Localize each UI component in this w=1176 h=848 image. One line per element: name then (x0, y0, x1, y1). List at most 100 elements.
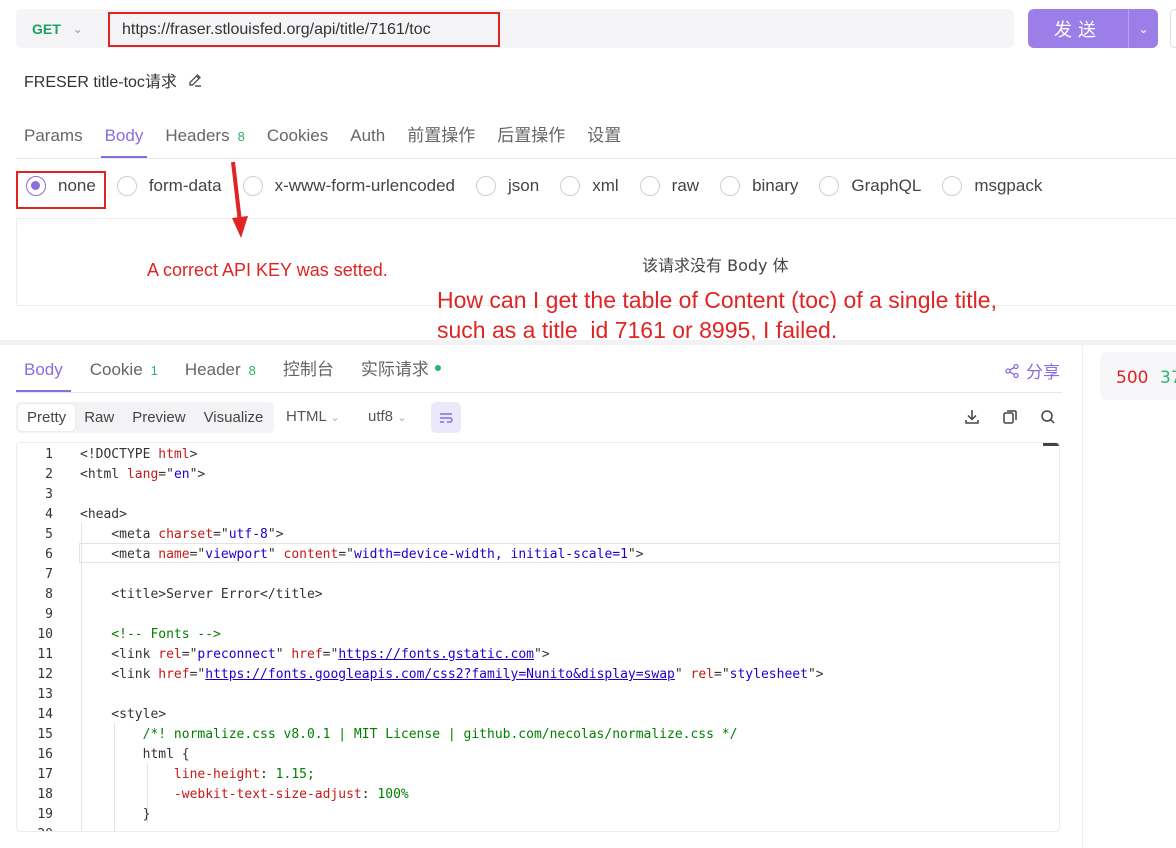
line-number: 3 (45, 487, 53, 502)
tab-settings[interactable]: 设置 (587, 118, 621, 158)
code-line: <link href="https://fonts.googleapis.com… (80, 667, 824, 682)
headers-count-badge: 8 (237, 129, 245, 144)
code-line: } (80, 807, 151, 822)
line-number: 19 (37, 807, 53, 822)
radio-urlencoded[interactable]: x-www-form-urlencoded (242, 176, 455, 196)
send-button-group: 发送 ⌄ (1028, 9, 1158, 48)
code-line: <head> (80, 507, 127, 522)
tab-cookies[interactable]: Cookies (267, 118, 328, 158)
annotation-question: How can I get the table of Content (toc)… (437, 285, 997, 345)
view-pretty[interactable]: Pretty (18, 404, 76, 431)
radio-icon (560, 176, 581, 196)
radio-icon (116, 176, 137, 196)
url-text: https://fraser.stlouisfed.org/api/title/… (122, 20, 431, 38)
radio-msgpack[interactable]: msgpack (942, 176, 1042, 196)
line-number: 7 (45, 567, 53, 582)
copy-icon[interactable] (1001, 408, 1019, 426)
pane-splitter[interactable] (0, 340, 1176, 345)
radio-xml[interactable]: xml (560, 176, 619, 196)
no-body-message: 该请求没有 Body 体 (642, 256, 789, 275)
tab-body[interactable]: Body (100, 118, 148, 158)
save-button-edge[interactable] (1170, 9, 1176, 48)
header-count-badge: 8 (248, 363, 256, 378)
request-name[interactable]: FRESER title-toc请求 (24, 68, 203, 92)
code-line: line-height: 1.15; (173, 767, 315, 782)
send-button[interactable]: 发送 (1028, 9, 1128, 48)
line-number: 14 (37, 707, 53, 722)
response-tabs: Body Cookie 1 Header 8 控制台 实际请求 (16, 352, 441, 392)
url-bar: GET ⌄ https://fraser.stlouisfed.org/api/… (16, 9, 1014, 48)
code-line: /*! normalize.css v8.0.1 | MIT License |… (80, 727, 738, 742)
encoding-select[interactable]: utf8 ⌄ (368, 408, 406, 425)
line-number: 9 (45, 607, 53, 622)
line-number: 5 (45, 527, 53, 542)
tab-headers[interactable]: Headers 8 (165, 118, 245, 158)
share-button[interactable]: 分享 (1004, 358, 1060, 383)
code-line: <meta charset="utf-8"> (80, 527, 284, 542)
radio-icon (819, 176, 840, 196)
code-line: <link rel="preconnect" href="https://fon… (80, 647, 550, 662)
chevron-down-icon: ⌄ (397, 412, 407, 424)
line-number: 13 (37, 687, 53, 702)
resp-tab-header[interactable]: Header 8 (185, 352, 256, 392)
line-number: 16 (37, 747, 53, 762)
resp-tab-console[interactable]: 控制台 (283, 352, 334, 392)
line-number: 8 (45, 587, 53, 602)
code-line: html { (80, 747, 190, 762)
method-label: GET (32, 20, 61, 37)
radio-binary[interactable]: binary (720, 176, 798, 196)
line-number: 6 (45, 547, 53, 562)
code-line: <!DOCTYPE html> (80, 447, 198, 462)
tab-pre-request[interactable]: 前置操作 (407, 118, 475, 158)
line-number: 12 (37, 667, 53, 682)
request-name-text: FRESER title-toc请求 (24, 74, 177, 91)
code-line: <html lang="en"> (80, 467, 206, 482)
radio-form-data[interactable]: form-data (116, 176, 222, 196)
search-icon[interactable] (1039, 408, 1057, 426)
send-dropdown-icon[interactable]: ⌄ (1129, 9, 1158, 48)
view-preview[interactable]: Preview (123, 404, 194, 431)
download-icon[interactable] (963, 408, 981, 426)
radio-raw[interactable]: raw (639, 176, 699, 196)
radio-icon (639, 176, 660, 196)
tab-params[interactable]: Params (24, 118, 83, 158)
tab-post-request[interactable]: 后置操作 (497, 118, 565, 158)
line-number: 18 (37, 787, 53, 802)
line-number: 2 (45, 467, 53, 482)
chevron-down-icon: ⌄ (72, 21, 83, 36)
wrap-toggle-button[interactable] (431, 402, 461, 433)
view-raw[interactable]: Raw (75, 404, 123, 431)
edit-icon[interactable] (187, 72, 203, 88)
response-tabs-divider (16, 392, 1062, 393)
line-number: 1 (45, 447, 53, 462)
resp-tab-actual-request[interactable]: 实际请求 (361, 352, 441, 392)
chevron-down-icon: ⌄ (330, 412, 340, 424)
format-select[interactable]: HTML ⌄ (286, 408, 340, 425)
tab-auth[interactable]: Auth (350, 118, 385, 158)
method-select[interactable]: GET ⌄ (32, 9, 83, 48)
view-mode-segmented: Pretty Raw Preview Visualize (16, 402, 275, 433)
view-visualize[interactable]: Visualize (195, 404, 273, 431)
radio-icon (720, 176, 741, 196)
scrollbar-thumb[interactable] (1043, 443, 1059, 446)
radio-icon (476, 176, 497, 196)
status-code: 500 (1116, 368, 1149, 388)
response-time: 37 (1160, 368, 1176, 388)
resp-tab-body[interactable]: Body (16, 352, 71, 392)
code-line: <style> (80, 707, 167, 722)
line-number: 10 (37, 627, 53, 642)
url-input[interactable]: https://fraser.stlouisfed.org/api/title/… (108, 12, 500, 47)
code-line: <!-- Fonts --> (80, 627, 221, 642)
radio-graphql[interactable]: GraphQL (819, 176, 921, 196)
annotation-api-key: A correct API KEY was setted. (147, 260, 388, 280)
cookie-count-badge: 1 (150, 363, 158, 378)
line-number: 17 (37, 767, 53, 782)
code-line: -webkit-text-size-adjust: 100% (173, 787, 409, 802)
response-code-viewer[interactable]: 1 <!DOCTYPE html> 2 <html lang="en"> 3 4 <head… (16, 442, 1060, 832)
status-panel (1082, 345, 1176, 848)
resp-tab-cookie[interactable]: Cookie 1 (90, 352, 158, 392)
request-tabs: Params Body Headers 8 Cookies Auth 前置操作 后… (24, 118, 621, 158)
wrap-lines-icon (440, 412, 453, 423)
radio-json[interactable]: json (476, 176, 539, 196)
tabs-divider (16, 158, 1176, 159)
